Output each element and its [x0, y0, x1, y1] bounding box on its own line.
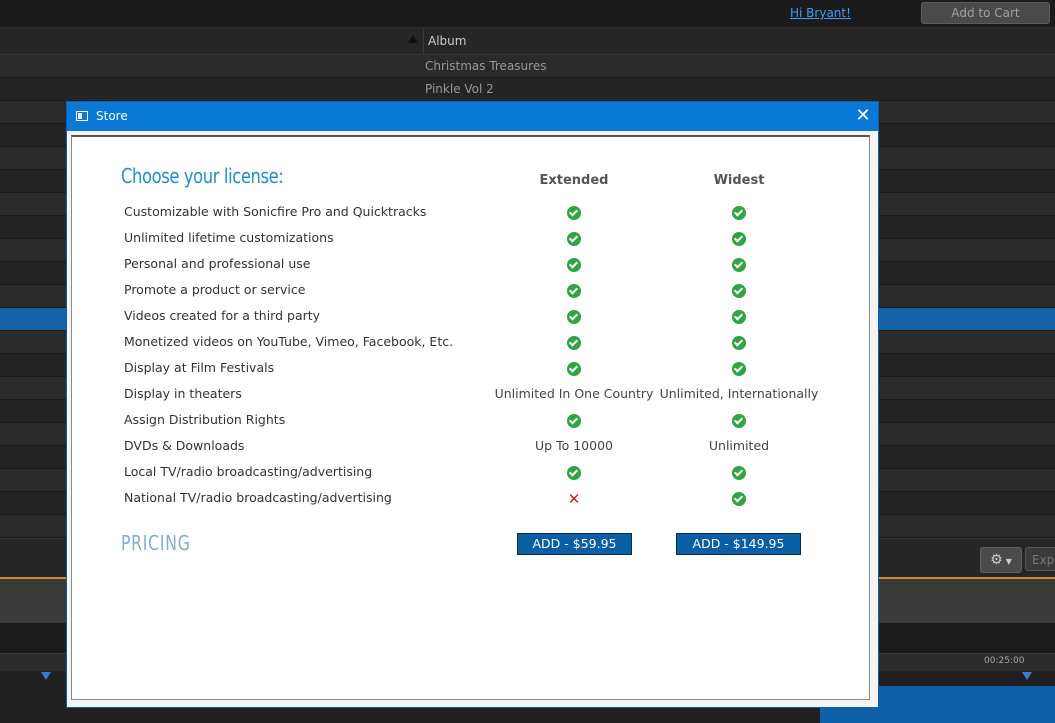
add-extended-button[interactable]: ADD - $59.95: [517, 533, 632, 555]
album-cell: Christmas Treasures: [425, 59, 547, 73]
timeline-end-marker[interactable]: [1022, 672, 1032, 680]
feature-cell-extended: [494, 256, 654, 272]
license-panel: Choose your license: Extended Widest PRI…: [71, 135, 870, 700]
settings-button[interactable]: ⚙ ▼: [980, 547, 1022, 573]
feature-cell-extended: [494, 230, 654, 246]
check-icon: [567, 309, 581, 324]
check-icon: [732, 413, 746, 428]
feature-label: DVDs & Downloads: [124, 438, 245, 453]
feature-label: National TV/radio broadcasting/advertisi…: [124, 490, 392, 505]
timeline-start-marker[interactable]: [41, 672, 51, 680]
feature-cell-widest: [659, 334, 819, 350]
check-icon: [567, 257, 581, 272]
feature-cell-extended: ✕: [494, 490, 654, 506]
check-icon: [567, 465, 581, 480]
feature-cell-widest: [659, 230, 819, 246]
feature-label: Customizable with Sonicfire Pro and Quic…: [124, 204, 427, 219]
album-column-header[interactable]: Album: [428, 34, 466, 48]
check-icon: [732, 465, 746, 480]
feature-cell-extended: [494, 412, 654, 428]
feature-cell-extended: [494, 464, 654, 480]
top-bar: [0, 0, 1055, 28]
feature-cell-widest: [659, 490, 819, 506]
check-icon: [732, 205, 746, 220]
check-icon: [567, 231, 581, 246]
feature-value-extended: Unlimited In One Country: [494, 386, 654, 401]
add-to-cart-button[interactable]: Add to Cart: [921, 2, 1050, 24]
close-icon[interactable]: ✕: [853, 106, 873, 126]
column-header-widest: Widest: [713, 173, 765, 188]
feature-value-widest: Unlimited: [708, 438, 770, 453]
feature-label: Display at Film Festivals: [124, 360, 275, 375]
feature-value-widest: Unlimited, Internationally: [659, 386, 819, 401]
list-column-header: [0, 28, 1055, 55]
check-icon: [732, 257, 746, 272]
feature-label: Monetized videos on YouTube, Vimeo, Face…: [124, 334, 454, 349]
add-widest-button[interactable]: ADD - $149.95: [676, 533, 801, 555]
feature-label: Videos created for a third party: [124, 308, 321, 323]
feature-label: Unlimited lifetime customizations: [124, 230, 334, 245]
feature-label: Local TV/radio broadcasting/advertising: [124, 464, 373, 479]
window-icon: [76, 111, 88, 121]
user-greeting-link[interactable]: Hi Bryant!: [790, 6, 851, 20]
column-header-extended: Extended: [539, 173, 609, 188]
check-icon: [567, 205, 581, 220]
check-icon: [567, 335, 581, 350]
feature-cell-widest: [659, 308, 819, 324]
feature-label: Display in theaters: [124, 386, 242, 401]
feature-cell-extended: [494, 334, 654, 350]
feature-cell-extended: [494, 204, 654, 220]
export-button[interactable]: Exp: [1025, 547, 1055, 571]
check-icon: [732, 231, 746, 246]
feature-cell-widest: [659, 412, 819, 428]
dialog-titlebar[interactable]: Store ✕: [67, 102, 878, 131]
pricing-label: PRICING: [121, 531, 191, 555]
check-icon: [732, 361, 746, 376]
check-icon: [732, 283, 746, 298]
check-icon: [732, 491, 746, 506]
store-dialog: Store ✕ Choose your license: Extended Wi…: [66, 101, 879, 708]
sort-ascending-icon[interactable]: [408, 35, 418, 43]
feature-label: Promote a product or service: [124, 282, 306, 297]
feature-cell-extended: [494, 282, 654, 298]
license-heading: Choose your license:: [121, 164, 284, 188]
feature-cell-extended: [494, 360, 654, 376]
album-cell: Pinkle Vol 2: [425, 82, 494, 96]
check-icon: [567, 283, 581, 298]
table-row[interactable]: Pinkle Vol 2: [0, 78, 1055, 101]
feature-cell-widest: [659, 360, 819, 376]
table-row[interactable]: Christmas Treasures: [0, 55, 1055, 78]
dialog-title: Store: [96, 109, 128, 123]
timeline-timecode: 00:25:00: [984, 656, 1025, 666]
cross-icon: ✕: [567, 489, 581, 508]
gear-icon: ⚙: [990, 552, 1003, 568]
feature-cell-widest: [659, 204, 819, 220]
feature-cell-widest: [659, 256, 819, 272]
column-divider[interactable]: [423, 28, 424, 54]
check-icon: [732, 309, 746, 324]
feature-cell-widest: [659, 464, 819, 480]
feature-value-extended: Up To 10000: [535, 438, 613, 453]
check-icon: [567, 413, 581, 428]
feature-label: Assign Distribution Rights: [124, 412, 286, 427]
chevron-down-icon: ▼: [1005, 557, 1012, 566]
feature-cell-extended: [494, 308, 654, 324]
feature-cell-widest: [659, 282, 819, 298]
check-icon: [732, 335, 746, 350]
feature-label: Personal and professional use: [124, 256, 311, 271]
check-icon: [567, 361, 581, 376]
